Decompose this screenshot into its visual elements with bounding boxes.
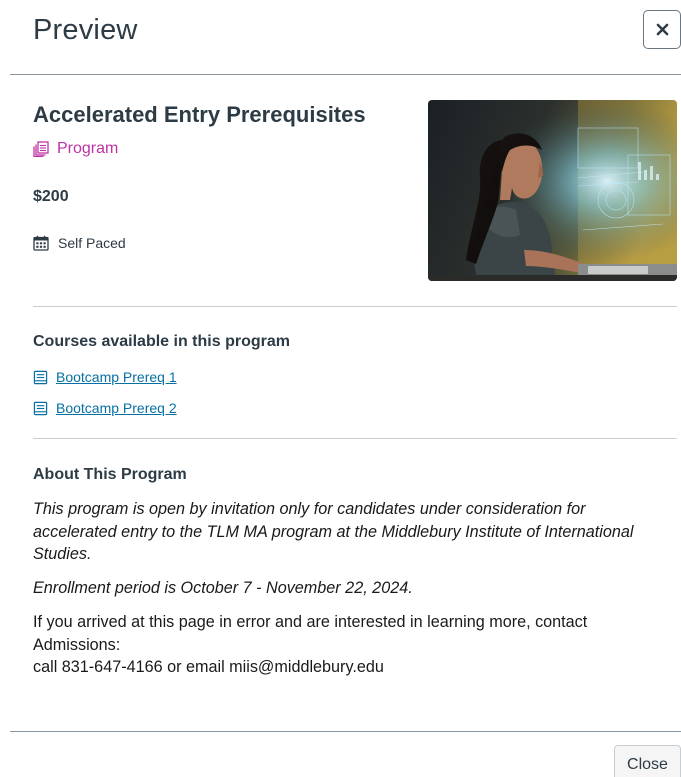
pace-label: Self Paced <box>58 235 126 251</box>
about-body: This program is open by invitation only … <box>33 498 663 679</box>
close-icon <box>656 23 668 36</box>
section-divider-2 <box>33 438 677 439</box>
course-link-label[interactable]: Bootcamp Prereq 2 <box>56 400 177 416</box>
course-link-label[interactable]: Bootcamp Prereq 1 <box>56 369 177 385</box>
program-pace: Self Paced <box>33 235 126 251</box>
header-divider <box>10 74 681 75</box>
section-divider-1 <box>33 306 677 307</box>
about-paragraph-2: Enrollment period is October 7 - Novembe… <box>33 578 413 597</box>
course-link-bootcamp-prereq-2[interactable]: Bootcamp Prereq 2 <box>33 400 177 416</box>
program-title: Accelerated Entry Prerequisites <box>33 102 366 127</box>
courses-heading: Courses available in this program <box>33 333 290 350</box>
modal-title: Preview <box>33 14 138 46</box>
close-x-button[interactable] <box>643 10 681 49</box>
about-heading: About This Program <box>33 466 187 483</box>
program-price: $200 <box>33 188 69 205</box>
program-type-label: Program <box>57 140 119 157</box>
about-paragraph-3: If you arrived at this page in error and… <box>33 611 663 679</box>
about-paragraph-3-line-2: call 831-647-4166 or email miis@middlebu… <box>33 658 384 676</box>
program-type: Program <box>33 140 118 158</box>
calendar-icon <box>33 235 49 251</box>
footer-divider <box>10 731 681 732</box>
about-paragraph-3-line-1: If you arrived at this page in error and… <box>33 613 588 654</box>
program-hero-image <box>428 100 677 281</box>
course-link-bootcamp-prereq-1[interactable]: Bootcamp Prereq 1 <box>33 369 177 385</box>
about-paragraph-1: This program is open by invitation only … <box>33 500 634 563</box>
course-icon <box>33 401 48 415</box>
program-icon <box>33 141 49 157</box>
course-icon <box>33 370 48 384</box>
close-button[interactable]: Close <box>614 745 681 777</box>
